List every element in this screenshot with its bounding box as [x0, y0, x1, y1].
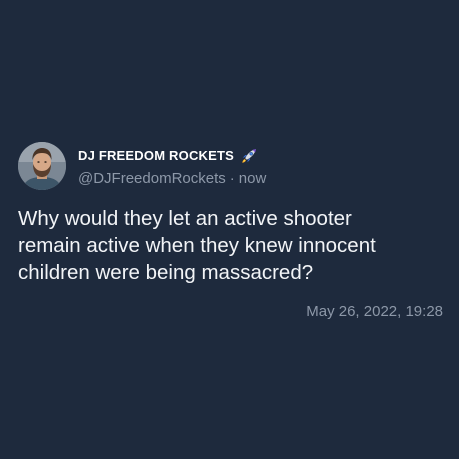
- tweet-text: Why would they let an active shooter rem…: [18, 205, 443, 286]
- tweet-text-line: remain active when they knew innocent: [18, 234, 376, 257]
- handle-row: @DJFreedomRockets · now: [78, 170, 266, 187]
- avatar-image: [18, 142, 66, 190]
- tweet-text-line: children were being massacred?: [18, 261, 314, 284]
- dot-separator: ·: [229, 169, 235, 187]
- author-handle[interactable]: @DJFreedomRockets: [78, 170, 226, 187]
- avatar[interactable]: [18, 142, 66, 190]
- rocket-icon: [239, 146, 259, 166]
- author-identity: DJ FREEDOM ROCKETS @DJFreedomRockets · n…: [78, 146, 266, 187]
- relative-time: now: [238, 169, 267, 187]
- tweet-text-line: Why would they let an active shooter: [18, 207, 352, 230]
- tweet-timestamp: May 26, 2022, 19:28: [306, 303, 443, 320]
- display-name[interactable]: DJ FREEDOM ROCKETS: [78, 148, 234, 163]
- tweet-header: DJ FREEDOM ROCKETS @DJFreedomRockets · n…: [18, 142, 266, 190]
- tweet-card: DJ FREEDOM ROCKETS @DJFreedomRockets · n…: [0, 0, 459, 459]
- name-row: DJ FREEDOM ROCKETS: [78, 146, 266, 166]
